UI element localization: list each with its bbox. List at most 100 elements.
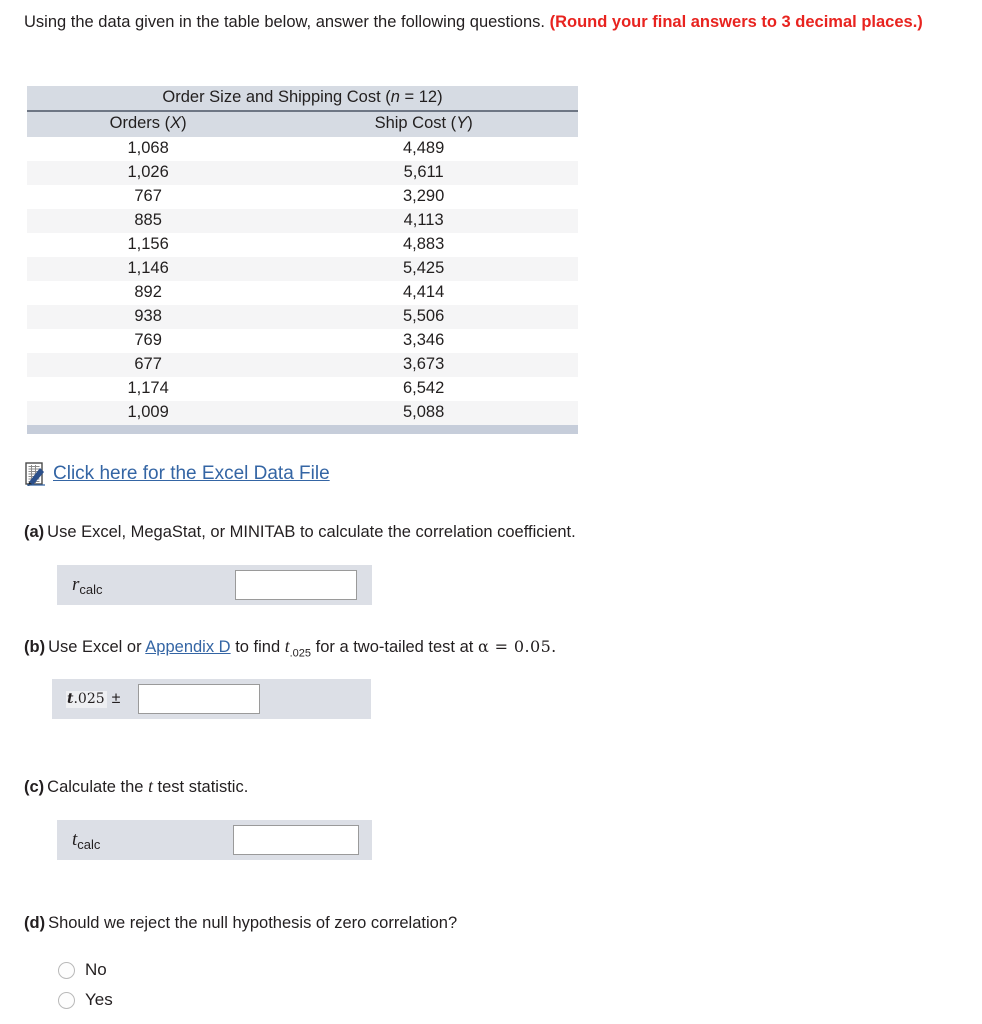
question-d-body: Should we reject the null hypothesis of … <box>48 914 458 932</box>
table-title-row: Order Size and Shipping Cost (n = 12) <box>27 86 578 112</box>
table-title: Order Size and Shipping Cost (n = 12) <box>27 86 578 112</box>
table-row: 1,026 5,611 <box>27 161 578 185</box>
appendix-d-link[interactable]: Appendix D <box>145 638 230 656</box>
table-footer <box>27 425 578 434</box>
answer-input-t-calc[interactable] <box>233 825 359 855</box>
table-row: 769 3,346 <box>27 329 578 353</box>
cell-ship-cost: 3,673 <box>269 353 578 377</box>
column-header-ship-cost-var: Y <box>456 114 468 132</box>
table-column-header-row: Orders (X) Ship Cost (Y) <box>27 111 578 137</box>
table-row: 677 3,673 <box>27 353 578 377</box>
cell-orders: 769 <box>27 329 270 353</box>
question-c-body-1: Calculate the <box>47 778 149 796</box>
question-a-text: (a) Use Excel, MegaStat, or MINITAB to ca… <box>24 521 576 543</box>
answer-panel-b: t.025 ± <box>52 679 371 719</box>
excel-data-file-row[interactable]: Click here for the Excel Data File <box>25 462 330 486</box>
column-header-orders-var: X <box>170 114 182 132</box>
cell-orders: 1,068 <box>27 137 270 161</box>
question-c-text: (c) Calculate the t test statistic. <box>24 775 248 798</box>
cell-orders: 885 <box>27 209 270 233</box>
radio-option-yes[interactable]: Yes <box>58 985 113 1015</box>
cell-orders: 938 <box>27 305 270 329</box>
answer-label-plus-minus: ± <box>111 690 121 707</box>
table-title-eq: = 12) <box>399 88 443 106</box>
cell-ship-cost: 5,088 <box>269 401 578 425</box>
instructions-text: Using the data given in the table below,… <box>24 10 974 35</box>
cell-ship-cost: 5,425 <box>269 257 578 281</box>
question-b-label: (b) <box>24 638 46 656</box>
answer-label-sub: calc <box>79 582 103 597</box>
cell-orders: 1,009 <box>27 401 270 425</box>
answer-input-r-calc[interactable] <box>235 570 357 600</box>
radio-option-no-label: No <box>85 960 107 979</box>
table-row: 1,146 5,425 <box>27 257 578 281</box>
instructions-emphasis: (Round your final answers to 3 decimal p… <box>549 13 923 31</box>
table-row: 938 5,506 <box>27 305 578 329</box>
answer-label-t-025-math: t.025 <box>66 691 107 708</box>
cell-orders: 767 <box>27 185 270 209</box>
cell-ship-cost: 6,542 <box>269 377 578 401</box>
question-b-body-3: for a two-tailed test at <box>311 638 478 656</box>
excel-data-file-icon <box>25 462 45 486</box>
radio-option-yes-label: Yes <box>85 990 113 1009</box>
cell-ship-cost: 4,489 <box>269 137 578 161</box>
question-d-text: (d) Should we reject the null hypothesis … <box>24 912 457 934</box>
table-row: 885 4,113 <box>27 209 578 233</box>
table-footer-row <box>27 425 578 434</box>
cell-ship-cost: 3,290 <box>269 185 578 209</box>
column-header-orders: Orders (X) <box>27 111 270 137</box>
cell-ship-cost: 5,506 <box>269 305 578 329</box>
excel-data-file-link[interactable]: Click here for the Excel Data File <box>53 462 330 486</box>
question-b-body-2: to find <box>230 638 285 656</box>
answer-label-sub: .025 <box>73 691 105 707</box>
table-row: 1,174 6,542 <box>27 377 578 401</box>
table-title-text: Order Size and Shipping Cost ( <box>162 88 391 106</box>
cell-ship-cost: 4,414 <box>269 281 578 305</box>
question-d-radio-group: No Yes <box>58 955 113 1015</box>
cell-orders: 1,156 <box>27 233 270 257</box>
question-b-alpha-expression: α = 0.05. <box>477 637 557 656</box>
cell-orders: 1,026 <box>27 161 270 185</box>
question-d-label: (d) <box>24 914 46 932</box>
table-row: 767 3,290 <box>27 185 578 209</box>
cell-ship-cost: 5,611 <box>269 161 578 185</box>
radio-option-no[interactable]: No <box>58 955 113 985</box>
column-header-orders-close: ) <box>181 114 187 132</box>
cell-orders: 1,174 <box>27 377 270 401</box>
answer-label-r-calc: r calc <box>72 574 103 597</box>
answer-label-sub: calc <box>77 837 101 852</box>
column-header-ship-cost: Ship Cost (Y) <box>269 111 578 137</box>
cell-ship-cost: 3,346 <box>269 329 578 353</box>
question-c-label: (c) <box>24 778 45 796</box>
question-c-body-2: test statistic. <box>152 778 249 796</box>
radio-button-icon[interactable] <box>58 991 75 1009</box>
cell-ship-cost: 4,113 <box>269 209 578 233</box>
table-body: 1,068 4,489 1,026 5,611 767 3,290 885 4,… <box>27 137 578 425</box>
table-row: 1,068 4,489 <box>27 137 578 161</box>
column-header-orders-label: Orders ( <box>109 114 171 132</box>
question-b-body-1: Use Excel or <box>48 638 146 656</box>
table-row: 892 4,414 <box>27 281 578 305</box>
answer-label-t-calc: t calc <box>72 829 101 852</box>
table-title-var: n <box>390 88 400 106</box>
cell-orders: 677 <box>27 353 270 377</box>
answer-panel-a: r calc <box>57 565 372 605</box>
column-header-ship-cost-label: Ship Cost ( <box>374 114 457 132</box>
order-size-shipping-cost-table: Order Size and Shipping Cost (n = 12) Or… <box>27 86 578 434</box>
radio-button-icon[interactable] <box>58 961 75 979</box>
instructions-plain: Using the data given in the table below,… <box>24 13 550 31</box>
cell-ship-cost: 4,883 <box>269 233 578 257</box>
cell-orders: 1,146 <box>27 257 270 281</box>
answer-panel-c: t calc <box>57 820 372 860</box>
question-b-t-sub: .025 <box>289 647 312 660</box>
table-row: 1,009 5,088 <box>27 401 578 425</box>
table-row: 1,156 4,883 <box>27 233 578 257</box>
question-b-text: (b) Use Excel or Appendix D to find t.025… <box>24 635 557 664</box>
question-a-body: Use Excel, MegaStat, or MINITAB to calcu… <box>47 523 576 541</box>
column-header-ship-cost-close: ) <box>467 114 473 132</box>
table-footer-bar <box>27 425 578 434</box>
answer-label-t-025: t.025 ± <box>66 690 120 708</box>
cell-orders: 892 <box>27 281 270 305</box>
answer-input-t-025[interactable] <box>138 684 260 714</box>
question-a-label: (a) <box>24 523 45 541</box>
